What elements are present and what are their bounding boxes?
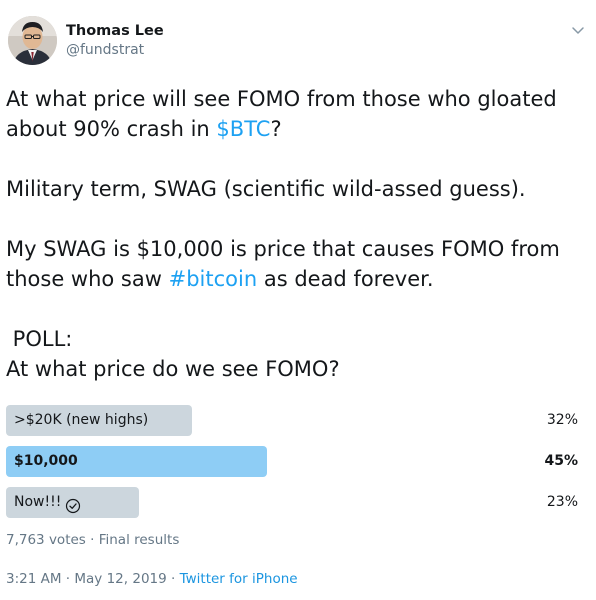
vote-count: 7,763 votes xyxy=(6,532,86,548)
poll-option-label: Now!!! xyxy=(14,487,81,518)
hashtag-link[interactable]: #bitcoin xyxy=(169,267,258,291)
tweet-paragraph: At what price do we see FOMO? xyxy=(6,357,340,381)
tweet-paragraph: POLL: xyxy=(6,327,73,351)
poll-option-percent: 45% xyxy=(544,453,578,469)
separator: · xyxy=(90,532,95,548)
poll-option-text: >$20K (new highs) xyxy=(14,412,149,428)
separator: · xyxy=(171,571,176,587)
user-info: Thomas Lee @fundstrat xyxy=(66,23,164,59)
check-circle-icon xyxy=(65,495,81,513)
display-name[interactable]: Thomas Lee xyxy=(66,23,164,40)
poll-option-text: $10,000 xyxy=(14,453,78,469)
poll-option-label: $10,000 xyxy=(14,446,78,477)
tweet-text-segment: ? xyxy=(270,117,282,141)
poll-footer: 7,763 votes · Final results xyxy=(6,532,179,548)
poll-option-percent: 23% xyxy=(546,494,578,510)
tweet-header: Thomas Lee @fundstrat xyxy=(8,16,588,68)
tweet-source-link[interactable]: Twitter for iPhone xyxy=(180,571,298,587)
tweet-meta: 3:21 AM · May 12, 2019 · Twitter for iPh… xyxy=(6,571,298,587)
poll-option-percent: 32% xyxy=(546,412,578,428)
chevron-down-icon[interactable] xyxy=(570,22,586,38)
separator: · xyxy=(65,571,71,587)
cashtag-link[interactable]: $BTC xyxy=(216,117,270,141)
user-handle[interactable]: @fundstrat xyxy=(66,41,164,59)
tweet-time[interactable]: 3:21 AM xyxy=(6,571,62,587)
poll-option-winner: $10,000 45% xyxy=(6,446,578,477)
tweet-paragraph: Military term, SWAG (scientific wild-ass… xyxy=(6,177,526,201)
tweet-paragraph: My SWAG is $10,000 is price that causes … xyxy=(6,234,586,294)
avatar[interactable] xyxy=(8,16,57,65)
tweet-text: At what price will see FOMO from those w… xyxy=(6,84,586,384)
avatar-image xyxy=(8,16,57,65)
tweet-text-segment: as dead forever. xyxy=(257,267,434,291)
tweet-paragraph: At what price will see FOMO from those w… xyxy=(6,84,586,144)
poll: >$20K (new highs) 32% $10,000 45% Now!!!… xyxy=(6,405,578,528)
poll-option: >$20K (new highs) 32% xyxy=(6,405,578,436)
poll-status: Final results xyxy=(98,532,180,548)
poll-option-label: >$20K (new highs) xyxy=(14,405,148,436)
poll-option: Now!!! 23% xyxy=(6,487,578,518)
tweet-date[interactable]: May 12, 2019 xyxy=(74,571,166,587)
poll-option-text: Now!!! xyxy=(14,494,62,510)
